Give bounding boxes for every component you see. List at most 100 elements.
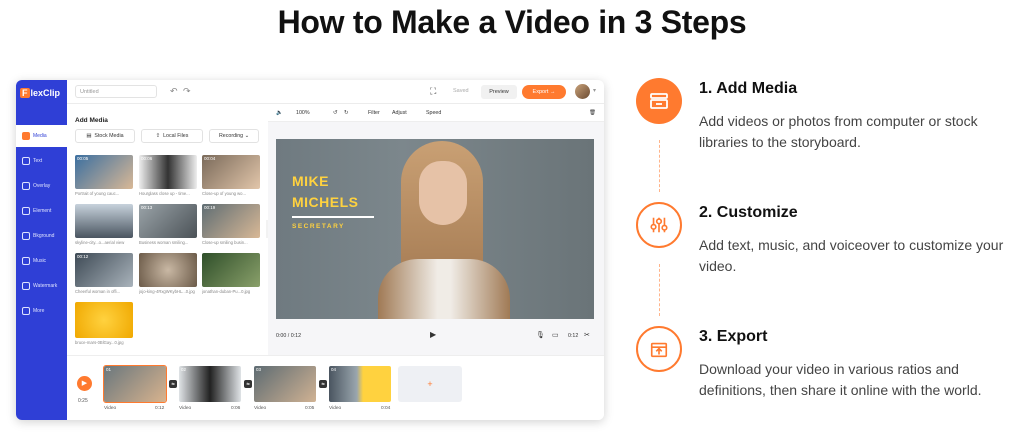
recording-button[interactable]: Recording ⌄ xyxy=(209,129,259,143)
clip-duration: 0:12 xyxy=(155,406,165,411)
undo-icon[interactable]: ↶ xyxy=(170,86,178,97)
play-icon[interactable]: ▶ xyxy=(430,330,436,339)
chevron-down-icon[interactable]: ▾ xyxy=(593,87,596,94)
clip-label: Video xyxy=(179,406,192,411)
music-icon xyxy=(22,257,30,265)
transition-icon[interactable]: ⇆ xyxy=(169,380,177,388)
overlay-subtitle[interactable]: SECRETARY xyxy=(292,223,345,230)
media-thumb[interactable] xyxy=(202,253,260,287)
clip-duration: 0:04 xyxy=(381,406,391,411)
timeline: ▶ 0:25 01 Video 0:12 ⇆ 02 Video 0:06 ⇆ 0… xyxy=(67,355,604,420)
clip-label: Video xyxy=(329,406,342,411)
fullscreen-icon[interactable]: ⛶ xyxy=(430,86,436,97)
media-thumb[interactable] xyxy=(75,302,133,338)
media-icon xyxy=(22,132,30,140)
media-thumb[interactable]: 00:19 xyxy=(202,204,260,238)
step-description: Add text, music, and voiceover to custom… xyxy=(699,237,1004,274)
media-thumb[interactable] xyxy=(139,253,197,287)
export-icon xyxy=(636,326,682,372)
top-bar: Untitled ↶ ↷ ⛶ Saved Preview Export → ▾ xyxy=(67,80,604,104)
transition-icon[interactable]: ⇆ xyxy=(244,380,252,388)
sidebar-item-more[interactable]: More xyxy=(16,300,67,322)
media-thumb[interactable]: 00:05 xyxy=(75,155,133,189)
adjust-button[interactable]: Adjust xyxy=(392,110,407,116)
sidebar: FlexClip Media Text Overlay Element Bkgr… xyxy=(16,80,67,420)
transition-icon[interactable]: ⇆ xyxy=(319,380,327,388)
text-icon xyxy=(22,157,30,165)
preview-button[interactable]: Preview xyxy=(481,85,517,99)
overlay-icon xyxy=(22,182,30,190)
media-caption: Cheerful woman in offi... xyxy=(75,289,121,294)
sidebar-item-media[interactable]: Media xyxy=(16,125,67,147)
clip-label: Video xyxy=(254,406,267,411)
stock-media-icon: ▤ xyxy=(86,133,92,139)
media-caption: jonathan-duban-Pu...0.jpg xyxy=(202,289,251,294)
more-icon xyxy=(22,307,30,315)
clip-label: Video xyxy=(104,406,117,411)
microphone-icon[interactable]: 🎙 xyxy=(536,331,545,339)
stock-media-button[interactable]: ▤ Stock Media xyxy=(75,129,135,143)
trash-icon[interactable]: 🗑 xyxy=(589,110,596,116)
step-title: 1. Add Media xyxy=(699,80,798,97)
step-connector xyxy=(659,264,660,316)
export-button[interactable]: Export → xyxy=(522,85,566,99)
rotate-right-icon[interactable]: ↻ xyxy=(344,110,348,116)
media-panel: Add Media ▤ Stock Media ⇪ Local Files Reco… xyxy=(67,104,266,355)
media-thumb[interactable]: 00:12 xyxy=(75,253,133,287)
timeline-play-button[interactable]: ▶ xyxy=(77,376,92,391)
local-files-button[interactable]: ⇪ Local Files xyxy=(141,129,203,143)
sidebar-item-music[interactable]: Music xyxy=(16,250,67,272)
avatar[interactable] xyxy=(575,84,590,99)
timeline-clip[interactable]: 02 xyxy=(179,366,241,402)
media-thumb[interactable] xyxy=(75,204,133,238)
media-caption: Close-up smiling busin... xyxy=(202,240,248,245)
clip-duration: 0:05 xyxy=(305,406,315,411)
video-canvas[interactable]: MIKE MICHELS SECRETARY xyxy=(276,139,594,319)
sidebar-item-watermark[interactable]: Watermark xyxy=(16,275,67,297)
scissors-icon[interactable]: ✂ xyxy=(584,331,590,339)
project-name-input[interactable]: Untitled xyxy=(75,85,157,98)
background-icon xyxy=(22,232,30,240)
timeline-total-time: 0:25 xyxy=(78,398,88,404)
zoom-select[interactable]: 100% xyxy=(296,110,310,116)
sidebar-item-bkground[interactable]: Bkground xyxy=(16,225,67,247)
step-title: 3. Export xyxy=(699,328,768,345)
timeline-clip[interactable]: 03 xyxy=(254,366,316,402)
step-description: Download your video in various ratios an… xyxy=(699,361,982,398)
timeline-clip[interactable]: 04 xyxy=(329,366,391,402)
app-screenshot: FlexClip Media Text Overlay Element Bkgr… xyxy=(16,80,604,420)
media-caption: jojo-king-4RxgWKybHL...0.jpg xyxy=(139,289,195,294)
add-clip-button[interactable]: + xyxy=(398,366,462,402)
editor-toolbar: 🔈 100% ↺ ↻ Filter Adjust Speed 🗑 xyxy=(268,104,604,122)
element-icon xyxy=(22,207,30,215)
rotate-left-icon[interactable]: ↺ xyxy=(333,110,337,116)
volume-icon[interactable]: 🔈 xyxy=(276,110,283,116)
playback-bar: 0:00 / 0:12 ▶ 🎙 ▭ 0:12 ✂ xyxy=(268,326,604,346)
timeline-clip[interactable]: 01 xyxy=(103,365,167,403)
media-library-icon xyxy=(636,78,682,124)
step-connector xyxy=(659,140,660,192)
sliders-icon xyxy=(636,202,682,248)
overlay-name-line2[interactable]: MICHELS xyxy=(292,194,359,210)
app-logo: FlexClip xyxy=(20,88,61,98)
clip-length: 0:12 xyxy=(568,333,579,339)
redo-icon[interactable]: ↷ xyxy=(183,86,191,97)
editor-area: 🔈 100% ↺ ↻ Filter Adjust Speed 🗑 MIKE MI… xyxy=(268,104,604,355)
aspect-ratio-icon[interactable]: ▭ xyxy=(552,331,559,339)
media-thumb[interactable]: 00:06 xyxy=(139,155,197,189)
sidebar-item-element[interactable]: Element xyxy=(16,200,67,222)
sidebar-item-text[interactable]: Text xyxy=(16,150,67,172)
media-thumb[interactable]: 00:04 xyxy=(202,155,260,189)
speed-button[interactable]: Speed xyxy=(426,110,441,116)
media-caption: Portrait of young cauc... xyxy=(75,191,120,196)
upload-icon: ⇪ xyxy=(155,133,161,139)
media-caption: Hourglass close up - time... xyxy=(139,191,190,196)
clip-duration: 0:06 xyxy=(231,406,241,411)
playback-time: 0:00 / 0:12 xyxy=(276,333,302,339)
watermark-icon xyxy=(22,282,30,290)
saved-status: Saved xyxy=(453,88,469,94)
media-thumb[interactable]: 00:13 xyxy=(139,204,197,238)
filter-button[interactable]: Filter xyxy=(368,110,380,116)
overlay-name-line1[interactable]: MIKE xyxy=(292,173,329,189)
sidebar-item-overlay[interactable]: Overlay xyxy=(16,175,67,197)
